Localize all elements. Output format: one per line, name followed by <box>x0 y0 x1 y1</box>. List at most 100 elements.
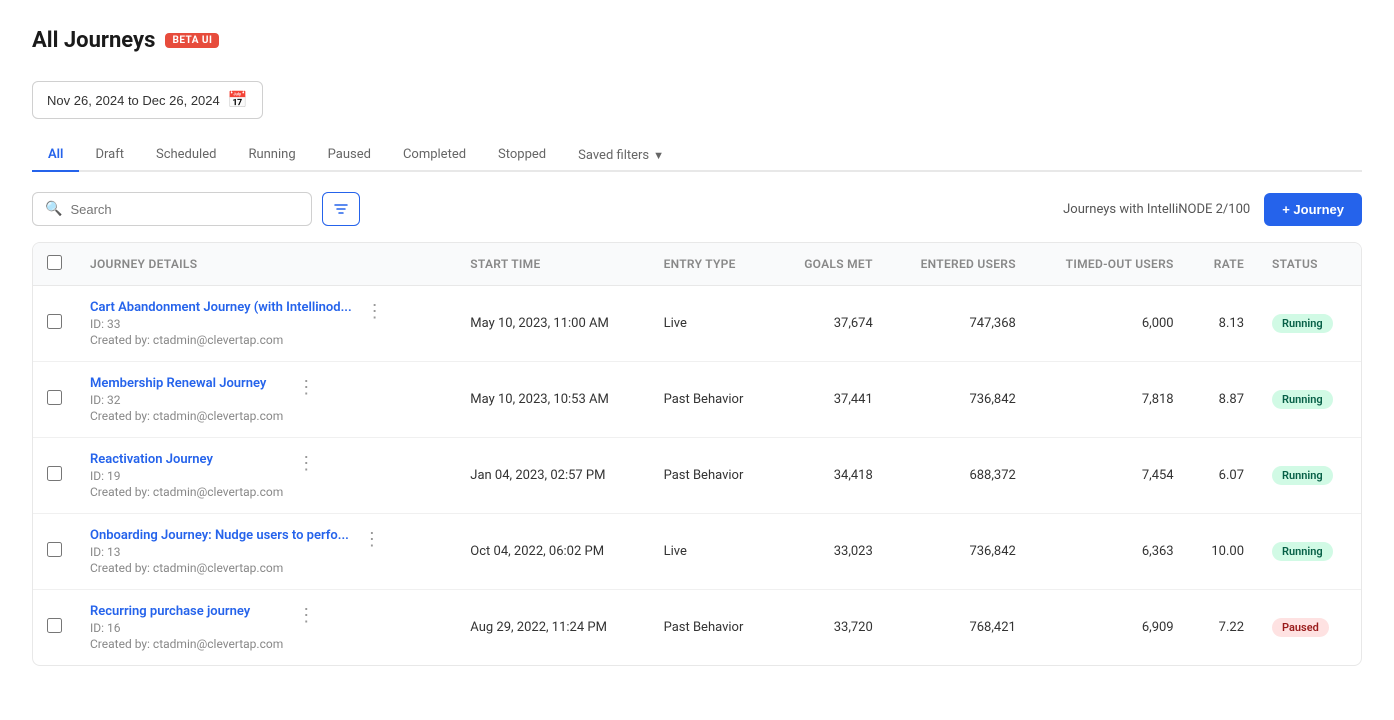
row-timed-out-users-cell: 6,909 <box>1030 590 1188 666</box>
row-checkbox-1[interactable] <box>47 314 62 329</box>
row-menu-button[interactable]: ⋮ <box>291 452 321 474</box>
row-start-time-cell: Aug 29, 2022, 11:24 PM <box>456 590 649 666</box>
row-entry-type-cell: Past Behavior <box>650 590 775 666</box>
row-details-cell: Membership Renewal Journey ID: 32 Create… <box>76 362 456 438</box>
filter-tabs: All Draft Scheduled Running Paused Compl… <box>32 139 1362 172</box>
header-journey-details: Journey Details <box>76 243 456 286</box>
journeys-table-wrap: Journey Details Start Time Entry Type Go… <box>32 242 1362 666</box>
beta-badge: BETA UI <box>165 33 219 48</box>
search-box[interactable]: 🔍 <box>32 192 312 226</box>
row-checkbox-cell <box>33 286 76 362</box>
row-timed-out-users-cell: 7,454 <box>1030 438 1188 514</box>
row-checkbox-cell <box>33 438 76 514</box>
row-details-cell: Onboarding Journey: Nudge users to perfo… <box>76 514 456 590</box>
row-start-time-cell: Jan 04, 2023, 02:57 PM <box>456 438 649 514</box>
tab-all[interactable]: All <box>32 139 79 172</box>
journey-id: ID: 33 <box>90 317 352 331</box>
row-rate-cell: 8.13 <box>1188 286 1258 362</box>
row-checkbox-2[interactable] <box>47 390 62 405</box>
row-menu-button[interactable]: ⋮ <box>357 528 387 550</box>
journey-id: ID: 19 <box>90 469 283 483</box>
row-entry-type-cell: Live <box>650 286 775 362</box>
row-rate-cell: 10.00 <box>1188 514 1258 590</box>
tab-saved-filters[interactable]: Saved filters ▼ <box>562 140 680 171</box>
row-status-cell: Running <box>1258 362 1361 438</box>
status-badge: Running <box>1272 466 1333 485</box>
journey-created-by: Created by: ctadmin@clevertap.com <box>90 637 283 651</box>
row-goals-met-cell: 37,441 <box>775 362 887 438</box>
intellinode-info: Journeys with IntelliNODE 2/100 <box>1063 202 1250 217</box>
journey-created-by: Created by: ctadmin@clevertap.com <box>90 485 283 499</box>
filter-button[interactable] <box>322 192 360 226</box>
header-timed-out-users: Timed-Out Users <box>1030 243 1188 286</box>
tab-stopped[interactable]: Stopped <box>482 139 562 172</box>
status-badge: Running <box>1272 542 1333 561</box>
row-entered-users-cell: 768,421 <box>887 590 1030 666</box>
header-entered-users: Entered Users <box>887 243 1030 286</box>
journey-name-link[interactable]: Onboarding Journey: Nudge users to perfo… <box>90 528 349 543</box>
date-range-label: Nov 26, 2024 to Dec 26, 2024 <box>47 93 220 108</box>
calendar-icon: 📅 <box>228 90 248 110</box>
journey-name-link[interactable]: Recurring purchase journey <box>90 604 250 619</box>
row-checkbox-4[interactable] <box>47 542 62 557</box>
row-details-cell: Reactivation Journey ID: 19 Created by: … <box>76 438 456 514</box>
row-timed-out-users-cell: 6,000 <box>1030 286 1188 362</box>
row-checkbox-cell <box>33 590 76 666</box>
journey-created-by: Created by: ctadmin@clevertap.com <box>90 561 349 575</box>
tab-running[interactable]: Running <box>232 139 311 172</box>
row-entry-type-cell: Past Behavior <box>650 438 775 514</box>
add-journey-button[interactable]: + Journey <box>1264 193 1362 226</box>
table-row: Recurring purchase journey ID: 16 Create… <box>33 590 1361 666</box>
chevron-down-icon: ▼ <box>653 149 664 162</box>
row-rate-cell: 7.22 <box>1188 590 1258 666</box>
search-icon: 🔍 <box>45 201 62 217</box>
header-entry-type: Entry Type <box>650 243 775 286</box>
row-timed-out-users-cell: 7,818 <box>1030 362 1188 438</box>
table-row: Cart Abandonment Journey (with Intellino… <box>33 286 1361 362</box>
row-details-cell: Cart Abandonment Journey (with Intellino… <box>76 286 456 362</box>
row-details-cell: Recurring purchase journey ID: 16 Create… <box>76 590 456 666</box>
status-badge: Running <box>1272 314 1333 333</box>
row-menu-button[interactable]: ⋮ <box>360 300 390 322</box>
table-row: Reactivation Journey ID: 19 Created by: … <box>33 438 1361 514</box>
row-entered-users-cell: 688,372 <box>887 438 1030 514</box>
date-range-button[interactable]: Nov 26, 2024 to Dec 26, 2024 📅 <box>32 81 263 119</box>
row-timed-out-users-cell: 6,363 <box>1030 514 1188 590</box>
page-header: All Journeys BETA UI <box>32 28 1362 53</box>
status-badge: Running <box>1272 390 1333 409</box>
row-menu-button[interactable]: ⋮ <box>291 376 321 398</box>
tab-completed[interactable]: Completed <box>387 139 482 172</box>
row-checkbox-3[interactable] <box>47 466 62 481</box>
journey-name-link[interactable]: Cart Abandonment Journey (with Intellino… <box>90 300 352 315</box>
row-checkbox-cell <box>33 362 76 438</box>
header-checkbox-col <box>33 243 76 286</box>
header-goals-met: Goals Met <box>775 243 887 286</box>
row-menu-button[interactable]: ⋮ <box>291 604 321 626</box>
tab-scheduled[interactable]: Scheduled <box>140 139 232 172</box>
row-entry-type-cell: Past Behavior <box>650 362 775 438</box>
tab-paused[interactable]: Paused <box>312 139 387 172</box>
toolbar-right: Journeys with IntelliNODE 2/100 + Journe… <box>1063 193 1362 226</box>
journey-name-link[interactable]: Reactivation Journey <box>90 452 213 467</box>
saved-filters-label: Saved filters <box>578 148 649 163</box>
row-entered-users-cell: 736,842 <box>887 362 1030 438</box>
tab-draft[interactable]: Draft <box>79 139 140 172</box>
row-entry-type-cell: Live <box>650 514 775 590</box>
search-input[interactable] <box>70 202 299 217</box>
row-start-time-cell: May 10, 2023, 11:00 AM <box>456 286 649 362</box>
journey-created-by: Created by: ctadmin@clevertap.com <box>90 409 283 423</box>
page-title: All Journeys <box>32 28 155 53</box>
journey-id: ID: 16 <box>90 621 283 635</box>
status-badge: Paused <box>1272 618 1329 637</box>
select-all-checkbox[interactable] <box>47 255 62 270</box>
row-goals-met-cell: 33,023 <box>775 514 887 590</box>
row-status-cell: Running <box>1258 286 1361 362</box>
table-row: Onboarding Journey: Nudge users to perfo… <box>33 514 1361 590</box>
row-checkbox-5[interactable] <box>47 618 62 633</box>
add-journey-label: + Journey <box>1282 202 1344 217</box>
row-start-time-cell: Oct 04, 2022, 06:02 PM <box>456 514 649 590</box>
journeys-table: Journey Details Start Time Entry Type Go… <box>33 243 1361 665</box>
table-body: Cart Abandonment Journey (with Intellino… <box>33 286 1361 666</box>
journey-name-link[interactable]: Membership Renewal Journey <box>90 376 266 391</box>
header-status: Status <box>1258 243 1361 286</box>
